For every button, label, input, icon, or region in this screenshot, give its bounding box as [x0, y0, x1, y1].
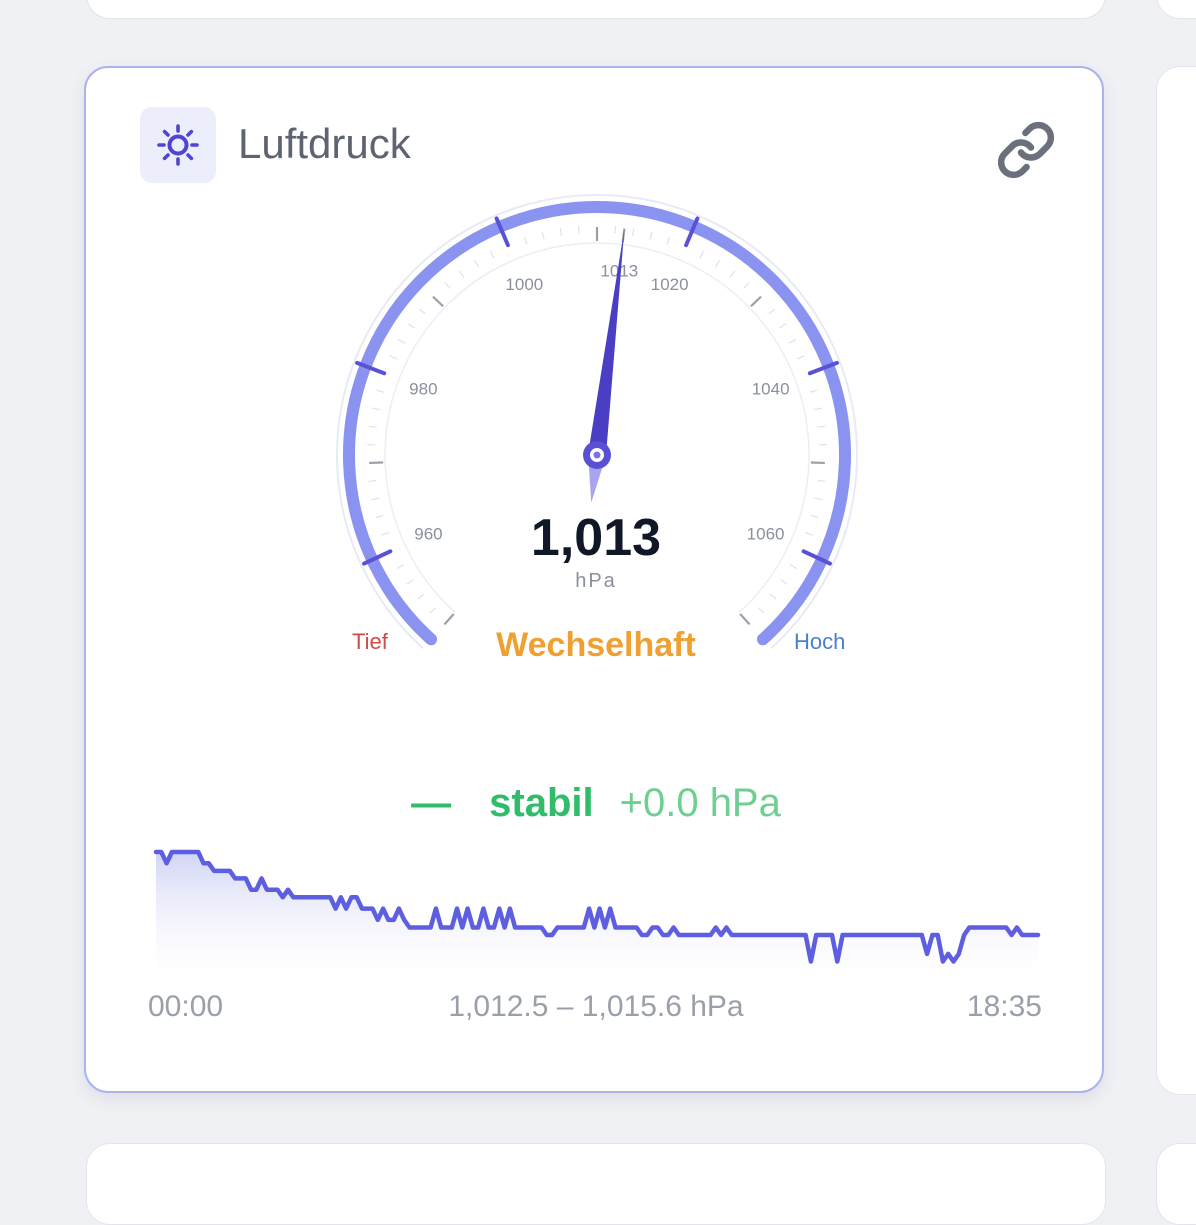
card-below-left [86, 1143, 1106, 1225]
pressure-sparkline [86, 68, 1106, 1068]
card-above-left [86, 0, 1106, 19]
card-right-partial [1156, 66, 1196, 1095]
pressure-card[interactable]: Luftdruck 96098010001013102010401060 1,0… [84, 66, 1104, 1093]
sparkline-range: 1,012.5 – 1,015.6 hPa [86, 990, 1106, 1024]
sparkline-end-time: 18:35 [967, 990, 1042, 1024]
card-above-right [1156, 0, 1196, 19]
card-below-right [1156, 1143, 1196, 1225]
